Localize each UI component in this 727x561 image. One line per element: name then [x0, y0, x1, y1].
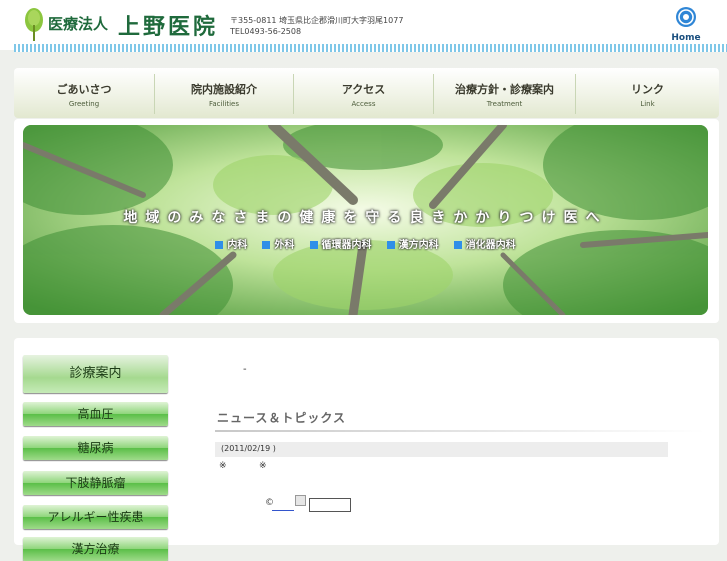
banner-slogan: 地域のみなさまの健康を守る良きかかりつけ医へ	[123, 210, 608, 226]
bullet-square-icon	[453, 241, 462, 249]
nav-label: 治療方針・診療案内	[455, 83, 554, 96]
clinic-name[interactable]: 上野医院	[118, 9, 218, 41]
hero-banner: 地域のみなさまの健康を守る良きかかりつけ医へ 内科 外科 循環器内科 漢方内科 …	[23, 125, 708, 315]
sidebar-header-shinryo[interactable]: 診療案内	[23, 355, 168, 393]
nav-label: リンク	[631, 83, 664, 96]
nav-item-access[interactable]: アクセス Access	[294, 68, 433, 118]
department-item: 消化器内科	[453, 236, 516, 251]
nav-label: アクセス	[341, 83, 386, 96]
sidebar-item-kampo[interactable]: 漢方治療	[23, 537, 168, 561]
clinic-address: 〒355-0811 埼玉県比企郡滑川町大字羽尾1077	[230, 16, 404, 25]
bullet-square-icon	[262, 241, 271, 249]
sidebar-item-allergy[interactable]: アレルギー性疾患	[23, 505, 168, 529]
header-stripe	[14, 44, 727, 52]
nav-item-link[interactable]: リンク Link	[576, 68, 719, 118]
nav-sublabel: Treatment	[486, 100, 523, 108]
nav-sublabel: Greeting	[68, 100, 100, 108]
nav-item-greeting[interactable]: ごあいさつ Greeting	[14, 68, 154, 118]
nav-sublabel: Link	[640, 100, 655, 108]
department-item: 外科	[262, 236, 294, 251]
news-date: (2011/02/19 )	[221, 444, 276, 453]
clinic-phone: TEL0493-56-2508	[230, 27, 302, 36]
sidebar-item-diabetes[interactable]: 糖尿病	[23, 436, 168, 460]
counter-box[interactable]	[309, 498, 351, 512]
nav-label: 院内施設紹介	[191, 83, 257, 96]
department-item: 循環器内科	[309, 236, 372, 251]
news-date-row	[215, 442, 668, 457]
clinic-contact: 〒355-0811 埼玉県比企郡滑川町大字羽尾1077 TEL0493-56-2…	[230, 15, 403, 37]
department-list: 内科 外科 循環器内科 漢方内科 消化器内科	[23, 233, 708, 252]
bullet-square-icon	[386, 241, 395, 249]
nav-sublabel: Facilities	[209, 100, 239, 108]
nav-label: ごあいさつ	[56, 83, 112, 96]
note-mark: ※	[219, 461, 227, 471]
nav-sublabel: Access	[351, 100, 376, 108]
nav-item-treatment[interactable]: 治療方針・診療案内 Treatment	[434, 68, 575, 118]
main-nav: ごあいさつ Greeting 院内施設紹介 Facilities アクセス Ac…	[14, 68, 719, 118]
sidebar-item-hypertension[interactable]: 高血圧	[23, 402, 168, 426]
bullet-square-icon	[309, 241, 318, 249]
bullet-square-icon	[215, 241, 224, 249]
clinic-prefix: 医療法人	[48, 15, 109, 33]
home-link[interactable]: Home	[668, 6, 704, 43]
sidebar-item-varicose-veins[interactable]: 下肢静脈瘤	[23, 471, 168, 495]
news-heading-rule	[215, 430, 705, 432]
note-mark: ※	[259, 461, 267, 471]
news-heading: ニュース＆トピックス	[217, 411, 347, 425]
content-dash: -	[243, 364, 247, 375]
home-label: Home	[671, 33, 701, 43]
nav-item-facilities[interactable]: 院内施設紹介 Facilities	[155, 68, 293, 118]
tree-logo-icon	[25, 8, 43, 41]
copyright-link[interactable]	[272, 500, 294, 511]
counter-image-icon	[295, 495, 306, 506]
department-item: 内科	[215, 236, 247, 251]
department-item: 漢方内科	[386, 236, 439, 251]
globe-home-icon	[676, 7, 696, 27]
